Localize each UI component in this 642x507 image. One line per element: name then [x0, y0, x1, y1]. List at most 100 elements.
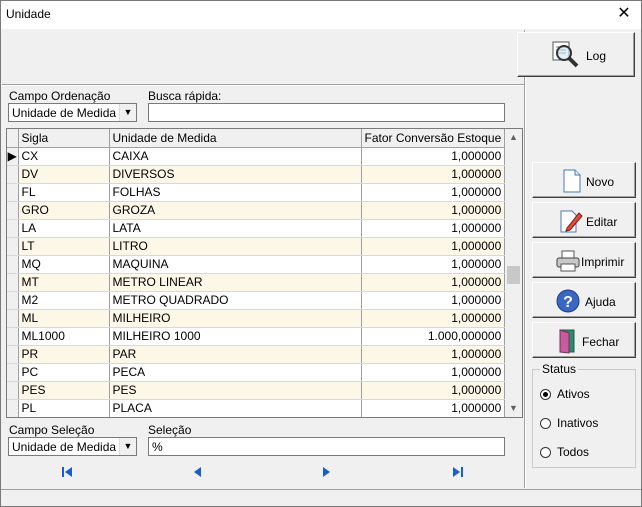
- cell-fator[interactable]: 1,000000: [361, 345, 506, 364]
- grid-vertical-scrollbar[interactable]: ▲ ▼: [505, 129, 522, 417]
- chevron-down-icon[interactable]: ▼: [119, 104, 136, 121]
- cell-unidade[interactable]: MILHEIRO: [109, 309, 362, 328]
- cell-sigla[interactable]: M2: [18, 291, 110, 310]
- table-row[interactable]: MT METRO LINEAR 1,000000: [7, 273, 506, 292]
- cell-sigla[interactable]: ML1000: [18, 327, 110, 346]
- cell-sigla[interactable]: CX: [18, 147, 110, 166]
- status-radio-ativos[interactable]: Ativos: [540, 387, 590, 401]
- table-row[interactable]: PR PAR 1,000000: [7, 345, 506, 364]
- cell-fator[interactable]: 1,000000: [361, 399, 506, 417]
- row-indicator[interactable]: [7, 291, 19, 310]
- table-row[interactable]: MQ MAQUINA 1,000000: [7, 255, 506, 274]
- column-header-unidade[interactable]: Unidade de Medida: [109, 129, 362, 148]
- cell-unidade[interactable]: PAR: [109, 345, 362, 364]
- cell-fator[interactable]: 1,000000: [361, 147, 506, 166]
- table-row[interactable]: PL PLACA 1,000000: [7, 399, 506, 417]
- scroll-up-icon[interactable]: ▲: [505, 129, 522, 146]
- imprimir-button[interactable]: Imprimir: [532, 242, 636, 278]
- cell-fator[interactable]: 1.000,000000: [361, 327, 506, 346]
- cell-fator[interactable]: 1,000000: [361, 309, 506, 328]
- table-row[interactable]: ▶ CX CAIXA 1,000000: [7, 147, 506, 166]
- row-indicator[interactable]: [7, 255, 19, 274]
- table-row[interactable]: DV DIVERSOS 1,000000: [7, 165, 506, 184]
- radio-icon[interactable]: [540, 446, 551, 458]
- radio-icon[interactable]: [540, 417, 551, 429]
- table-row[interactable]: ML MILHEIRO 1,000000: [7, 309, 506, 328]
- cell-fator[interactable]: 1,000000: [361, 237, 506, 256]
- cell-unidade[interactable]: MAQUINA: [109, 255, 362, 274]
- row-indicator[interactable]: ▶: [7, 147, 19, 166]
- row-indicator[interactable]: [7, 183, 19, 202]
- radio-selected-icon[interactable]: [540, 388, 551, 400]
- ordenacao-select[interactable]: Unidade de Medida ▼: [8, 103, 137, 122]
- row-indicator[interactable]: [7, 165, 19, 184]
- cell-fator[interactable]: 1,000000: [361, 363, 506, 382]
- scrollbar-thumb[interactable]: [507, 266, 520, 284]
- cell-fator[interactable]: 1,000000: [361, 255, 506, 274]
- cell-unidade[interactable]: LATA: [109, 219, 362, 238]
- cell-sigla[interactable]: PL: [18, 399, 110, 417]
- cell-unidade[interactable]: METRO QUADRADO: [109, 291, 362, 310]
- cell-fator[interactable]: 1,000000: [361, 381, 506, 400]
- novo-button[interactable]: Novo: [532, 162, 636, 198]
- cell-unidade[interactable]: CAIXA: [109, 147, 362, 166]
- status-radio-inativos[interactable]: Inativos: [540, 416, 598, 430]
- previous-record-icon[interactable]: [192, 467, 202, 480]
- cell-unidade[interactable]: PECA: [109, 363, 362, 382]
- table-row[interactable]: PC PECA 1,000000: [7, 363, 506, 382]
- cell-sigla[interactable]: PES: [18, 381, 110, 400]
- table-row[interactable]: GRO GROZA 1,000000: [7, 201, 506, 220]
- busca-input[interactable]: [148, 103, 505, 122]
- table-row[interactable]: ML1000 MILHEIRO 1000 1.000,000000: [7, 327, 506, 346]
- row-indicator[interactable]: [7, 327, 19, 346]
- cell-sigla[interactable]: PR: [18, 345, 110, 364]
- row-indicator[interactable]: [7, 345, 19, 364]
- log-button[interactable]: Log: [517, 32, 635, 77]
- next-record-icon[interactable]: [322, 467, 332, 480]
- row-indicator[interactable]: [7, 237, 19, 256]
- close-icon[interactable]: ✕: [607, 1, 641, 29]
- scroll-down-icon[interactable]: ▼: [505, 400, 522, 417]
- status-radio-todos[interactable]: Todos: [540, 445, 589, 459]
- cell-unidade[interactable]: PLACA: [109, 399, 362, 417]
- cell-unidade[interactable]: METRO LINEAR: [109, 273, 362, 292]
- cell-unidade[interactable]: LITRO: [109, 237, 362, 256]
- row-indicator[interactable]: [7, 273, 19, 292]
- row-indicator[interactable]: [7, 363, 19, 382]
- cell-sigla[interactable]: GRO: [18, 201, 110, 220]
- cell-sigla[interactable]: DV: [18, 165, 110, 184]
- cell-unidade[interactable]: FOLHAS: [109, 183, 362, 202]
- first-record-icon[interactable]: [61, 467, 73, 480]
- column-header-sigla[interactable]: Sigla: [18, 129, 110, 148]
- cell-sigla[interactable]: MT: [18, 273, 110, 292]
- cell-unidade[interactable]: MILHEIRO 1000: [109, 327, 362, 346]
- cell-fator[interactable]: 1,000000: [361, 219, 506, 238]
- cell-sigla[interactable]: PC: [18, 363, 110, 382]
- selecao-input[interactable]: %: [148, 437, 505, 456]
- campo-selecao-select[interactable]: Unidade de Medida ▼: [8, 437, 137, 456]
- table-row[interactable]: LA LATA 1,000000: [7, 219, 506, 238]
- chevron-down-icon[interactable]: ▼: [119, 438, 136, 455]
- table-row[interactable]: M2 METRO QUADRADO 1,000000: [7, 291, 506, 310]
- cell-unidade[interactable]: GROZA: [109, 201, 362, 220]
- cell-fator[interactable]: 1,000000: [361, 201, 506, 220]
- editar-button[interactable]: Editar: [532, 202, 636, 238]
- column-header-fator[interactable]: Fator Conversão Estoque: [361, 129, 506, 148]
- cell-sigla[interactable]: ML: [18, 309, 110, 328]
- table-row[interactable]: LT LITRO 1,000000: [7, 237, 506, 256]
- cell-sigla[interactable]: MQ: [18, 255, 110, 274]
- cell-sigla[interactable]: LA: [18, 219, 110, 238]
- cell-unidade[interactable]: DIVERSOS: [109, 165, 362, 184]
- cell-fator[interactable]: 1,000000: [361, 183, 506, 202]
- fechar-button[interactable]: Fechar: [532, 322, 636, 358]
- table-row[interactable]: FL FOLHAS 1,000000: [7, 183, 506, 202]
- row-indicator[interactable]: [7, 399, 19, 417]
- row-indicator[interactable]: [7, 201, 19, 220]
- unidades-grid[interactable]: Sigla Unidade de Medida Fator Conversão …: [6, 128, 523, 418]
- cell-sigla[interactable]: LT: [18, 237, 110, 256]
- row-indicator[interactable]: [7, 381, 19, 400]
- cell-fator[interactable]: 1,000000: [361, 165, 506, 184]
- ajuda-button[interactable]: ? Ajuda: [532, 282, 636, 318]
- row-indicator[interactable]: [7, 309, 19, 328]
- table-row[interactable]: PES PES 1,000000: [7, 381, 506, 400]
